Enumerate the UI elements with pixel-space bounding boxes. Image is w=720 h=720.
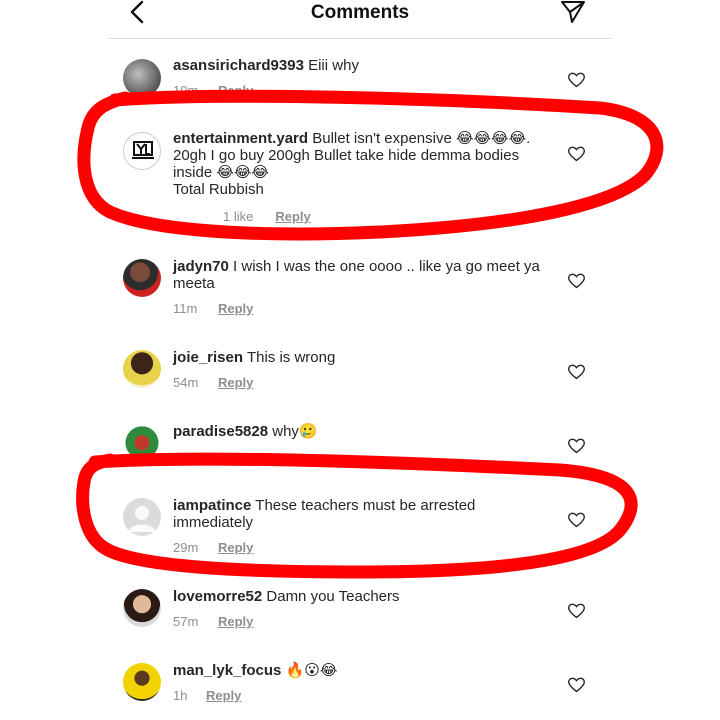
comment-text: joie_risen This is wrong [173, 349, 548, 366]
reply-button[interactable]: Reply [275, 209, 310, 224]
comment-username[interactable]: jadyn70 [173, 258, 229, 275]
avatar[interactable] [123, 663, 161, 701]
avatar[interactable] [123, 350, 161, 388]
heart-icon[interactable] [568, 273, 585, 289]
header-divider [108, 38, 612, 39]
heart-icon[interactable] [568, 677, 585, 693]
comment-text: man_lyk_focus 🔥😮😂 [173, 662, 548, 679]
comment-time: 57m [173, 614, 199, 629]
comment-meta: 57m Reply [173, 614, 253, 629]
heart-icon[interactable] [568, 512, 585, 528]
heart-icon[interactable] [568, 72, 585, 88]
comment-text: jadyn70 I wish I was the one oooo .. lik… [173, 258, 548, 292]
comment-meta: 10m Reply [173, 83, 253, 98]
heart-icon[interactable] [568, 364, 585, 380]
comment-meta: 11m Reply [173, 301, 253, 316]
comment-text: lovemorre52 Damn you Teachers [173, 588, 548, 605]
reply-button[interactable]: Reply [218, 375, 253, 390]
default-avatar-icon [128, 506, 156, 532]
reply-button[interactable]: Reply [206, 688, 241, 703]
comment-meta: 1h Reply [173, 688, 241, 703]
avatar[interactable] [123, 132, 161, 170]
comment-username[interactable]: entertainment.yard [173, 130, 308, 147]
comment-username[interactable]: joie_risen [173, 349, 243, 366]
comment-time: 1h [173, 688, 188, 703]
comment-likes[interactable]: 1 like [223, 209, 253, 224]
comment-username[interactable]: asansirichard9393 [173, 57, 304, 74]
comment-time [173, 209, 218, 224]
comment-username[interactable]: lovemorre52 [173, 588, 262, 605]
heart-icon[interactable] [568, 438, 585, 454]
comment-meta: 54m Reply [173, 375, 253, 390]
comment-username[interactable]: paradise5828 [173, 423, 268, 440]
comment-meta: 1 like Reply [173, 209, 311, 224]
heart-icon[interactable] [568, 146, 585, 162]
comment-body: I wish I was the one oooo .. like ya go … [173, 258, 540, 292]
avatar[interactable] [123, 420, 161, 458]
comment-username[interactable]: man_lyk_focus [173, 662, 281, 679]
comment-meta: 29m Reply [173, 540, 253, 555]
comment-username[interactable]: iampatince [173, 497, 251, 514]
comment-text: paradise5828 why🥲 [173, 423, 548, 440]
reply-button[interactable]: Reply [218, 614, 253, 629]
avatar[interactable] [123, 589, 161, 627]
comment-time: 54m [173, 375, 199, 390]
comment-time: 11m [173, 301, 198, 316]
avatar[interactable] [123, 59, 161, 97]
avatar[interactable] [123, 259, 161, 297]
comment-time: 29m [173, 540, 199, 555]
avatar[interactable] [123, 498, 161, 536]
page-title: Comments [310, 2, 410, 23]
entertainment-yard-logo [132, 141, 154, 159]
comment-body: Damn you Teachers [266, 588, 400, 605]
comment-text: iampatince These teachers must be arrest… [173, 497, 548, 531]
comment-text: asansirichard9393 Eiii why [173, 57, 548, 74]
comment-text: entertainment.yard Bullet isn't expensiv… [173, 130, 548, 198]
comment-body: why🥲 [272, 423, 318, 440]
comment-time: 10m [173, 83, 199, 98]
reply-button[interactable]: Reply [218, 301, 253, 316]
comment-body: 🔥😮😂 [285, 662, 338, 679]
comment-body: This is wrong [246, 349, 336, 366]
send-icon[interactable] [560, 0, 586, 24]
comment-body: Eiii why [308, 57, 359, 74]
reply-button[interactable]: Reply [218, 540, 253, 555]
heart-icon[interactable] [568, 603, 585, 619]
comments-header: Comments [0, 0, 720, 39]
reply-button[interactable]: Reply [218, 83, 253, 98]
